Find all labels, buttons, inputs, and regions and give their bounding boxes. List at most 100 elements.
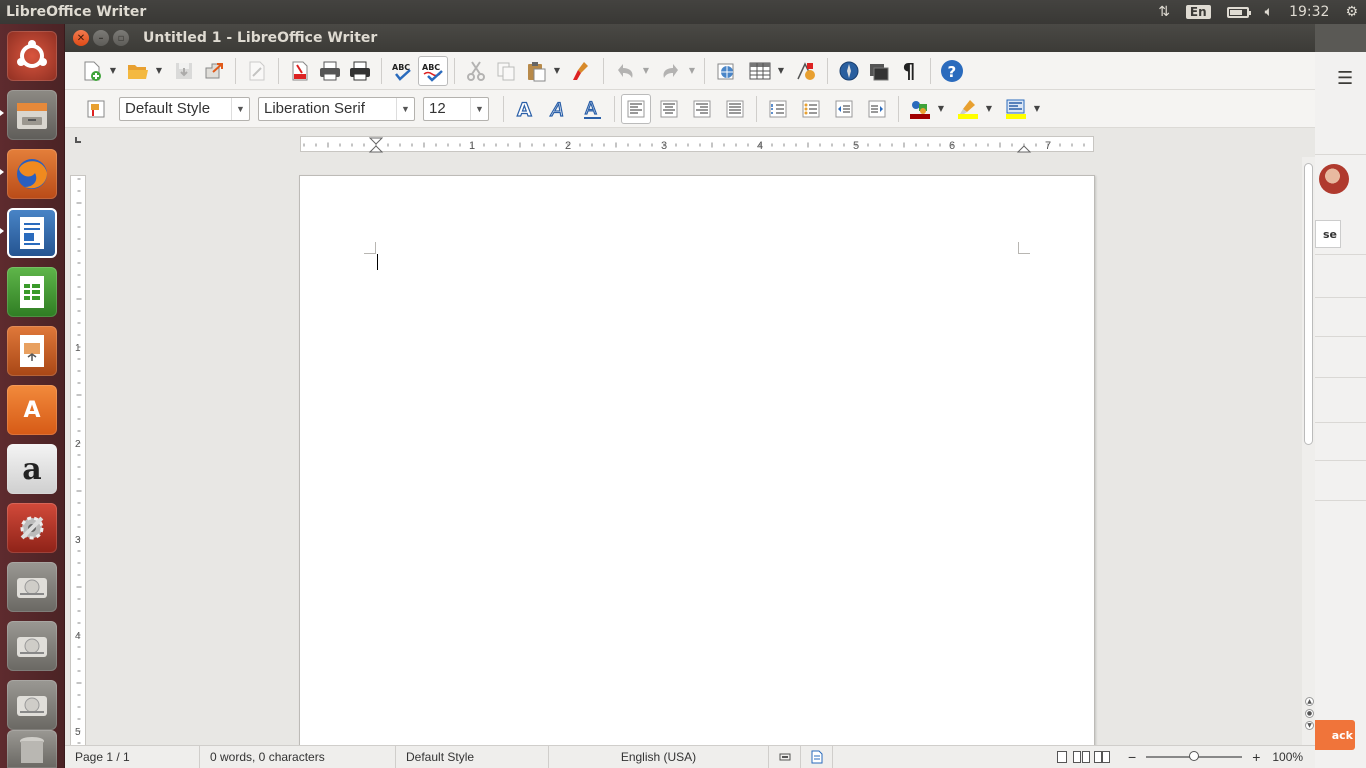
clock[interactable]: 19:32 <box>1289 4 1329 20</box>
zoom-in-button[interactable]: + <box>1252 749 1260 765</box>
menu-icon[interactable]: ☰ <box>1337 68 1353 89</box>
launcher-ubuntu-dash[interactable] <box>7 31 57 81</box>
view-layout-single-icon[interactable] <box>1057 751 1067 763</box>
clone-formatting-button[interactable] <box>567 56 597 86</box>
bullets-button[interactable] <box>796 94 826 124</box>
increase-indent-button[interactable] <box>862 94 892 124</box>
open-dropdown[interactable]: ▼ <box>153 56 165 86</box>
launcher-files[interactable] <box>7 90 57 140</box>
document-page[interactable] <box>299 175 1095 745</box>
battery-icon[interactable] <box>1226 6 1251 18</box>
view-layout-multi-icon[interactable] <box>1073 751 1090 763</box>
edit-mode-button[interactable] <box>242 56 272 86</box>
launcher-ubuntu-software[interactable]: A <box>7 385 57 435</box>
chevron-down-icon[interactable]: ▼ <box>231 97 249 120</box>
zoom-slider[interactable] <box>1146 751 1243 763</box>
view-layout-book-icon[interactable] <box>1094 751 1110 763</box>
paragraph-style-combo[interactable]: Default Style ▼ <box>119 96 250 121</box>
highlighting-color-button[interactable] <box>953 94 983 124</box>
font-color-dropdown[interactable]: ▼ <box>935 94 947 124</box>
window-close-button[interactable]: ✕ <box>73 30 89 46</box>
numbering-button[interactable] <box>763 94 793 124</box>
background-back-button[interactable]: ack <box>1315 720 1355 750</box>
font-name-combo[interactable]: Liberation Serif ▼ <box>258 96 415 121</box>
background-color-button[interactable] <box>1001 94 1031 124</box>
undo-button[interactable] <box>610 56 640 86</box>
page-number-status[interactable]: Page 1 / 1 <box>65 746 200 768</box>
bold-button[interactable]: A <box>510 94 540 124</box>
export-button[interactable] <box>199 56 229 86</box>
redo-dropdown[interactable]: ▼ <box>686 56 698 86</box>
spelling-button[interactable]: ABC <box>388 56 418 86</box>
scroll-up-icon[interactable]: ▲ <box>1305 697 1314 706</box>
help-button[interactable]: ? <box>937 56 967 86</box>
font-size-combo[interactable]: 12 ▼ <box>423 96 489 121</box>
launcher-drive-2[interactable] <box>7 621 57 671</box>
navigator-button[interactable] <box>834 56 864 86</box>
document-modified-status[interactable] <box>801 746 833 768</box>
launcher-amazon[interactable]: a <box>7 444 57 494</box>
launcher-drive-3[interactable] <box>7 680 57 730</box>
redo-button[interactable] <box>656 56 686 86</box>
launcher-libreoffice-impress[interactable] <box>7 326 57 376</box>
launcher-firefox[interactable] <box>7 149 57 199</box>
volume-icon[interactable]: 🔈︎ <box>1265 4 1273 20</box>
background-close-button[interactable]: se <box>1315 220 1341 248</box>
cut-button[interactable] <box>461 56 491 86</box>
new-document-dropdown[interactable]: ▼ <box>107 56 119 86</box>
chevron-down-icon[interactable]: ▼ <box>396 97 414 120</box>
launcher-system-settings[interactable] <box>7 503 57 553</box>
align-center-button[interactable] <box>654 94 684 124</box>
align-left-button[interactable] <box>621 93 651 124</box>
underline-button[interactable]: A <box>578 94 608 124</box>
selection-mode-status[interactable] <box>769 746 801 768</box>
vertical-ruler[interactable]: 1 2 3 4 5 <box>70 175 86 765</box>
auto-spellcheck-toggle[interactable]: ABC <box>418 55 448 86</box>
scrollbar-thumb[interactable] <box>1304 163 1313 445</box>
window-maximize-button[interactable]: ▫ <box>113 30 129 46</box>
launcher-trash[interactable] <box>7 730 57 768</box>
font-color-button[interactable] <box>905 94 935 124</box>
insert-table-dropdown[interactable]: ▼ <box>775 56 787 86</box>
styles-and-formatting-button[interactable] <box>81 94 111 124</box>
decrease-indent-button[interactable] <box>829 94 859 124</box>
zoom-out-button[interactable]: − <box>1128 749 1136 765</box>
navigation-icon[interactable]: ● <box>1305 709 1314 718</box>
align-right-button[interactable] <box>687 94 717 124</box>
horizontal-ruler[interactable]: 1 2 3 4 5 6 7 <box>300 136 1094 153</box>
save-button[interactable] <box>169 56 199 86</box>
print-preview-button[interactable] <box>345 56 375 86</box>
hyperlink-button[interactable] <box>711 56 741 86</box>
paste-button[interactable] <box>521 56 551 86</box>
gear-icon[interactable]: ⚙ <box>1345 4 1358 20</box>
show-draw-functions-button[interactable] <box>791 56 821 86</box>
copy-button[interactable] <box>491 56 521 86</box>
undo-dropdown[interactable]: ▼ <box>640 56 652 86</box>
insert-table-button[interactable] <box>745 56 775 86</box>
vertical-scrollbar[interactable] <box>1302 157 1315 745</box>
tab-stop-selector-icon[interactable] <box>75 137 81 143</box>
scroll-down-icon[interactable]: ▼ <box>1305 721 1314 730</box>
justify-button[interactable] <box>720 94 750 124</box>
window-minimize-button[interactable]: – <box>93 30 109 46</box>
background-color-dropdown[interactable]: ▼ <box>1031 94 1043 124</box>
gallery-button[interactable] <box>864 56 894 86</box>
zoom-level-status[interactable]: 100% <box>1272 750 1303 764</box>
launcher-libreoffice-calc[interactable] <box>7 267 57 317</box>
print-button[interactable] <box>315 56 345 86</box>
keyboard-layout-indicator[interactable]: En <box>1185 5 1211 19</box>
chevron-down-icon[interactable]: ▼ <box>470 97 488 120</box>
new-document-button[interactable] <box>77 56 107 86</box>
export-pdf-button[interactable] <box>285 56 315 86</box>
launcher-libreoffice-writer[interactable] <box>7 208 57 258</box>
page-style-status[interactable]: Default Style <box>396 746 549 768</box>
network-icon[interactable]: ⇅ <box>1158 4 1170 20</box>
launcher-drive-1[interactable] <box>7 562 57 612</box>
formatting-marks-toggle[interactable]: ¶ <box>894 56 924 86</box>
language-status[interactable]: English (USA) <box>549 746 769 768</box>
paste-dropdown[interactable]: ▼ <box>551 56 563 86</box>
italic-button[interactable]: A <box>544 94 574 124</box>
document-area[interactable] <box>87 157 1302 745</box>
open-button[interactable] <box>123 56 153 86</box>
highlighting-color-dropdown[interactable]: ▼ <box>983 94 995 124</box>
